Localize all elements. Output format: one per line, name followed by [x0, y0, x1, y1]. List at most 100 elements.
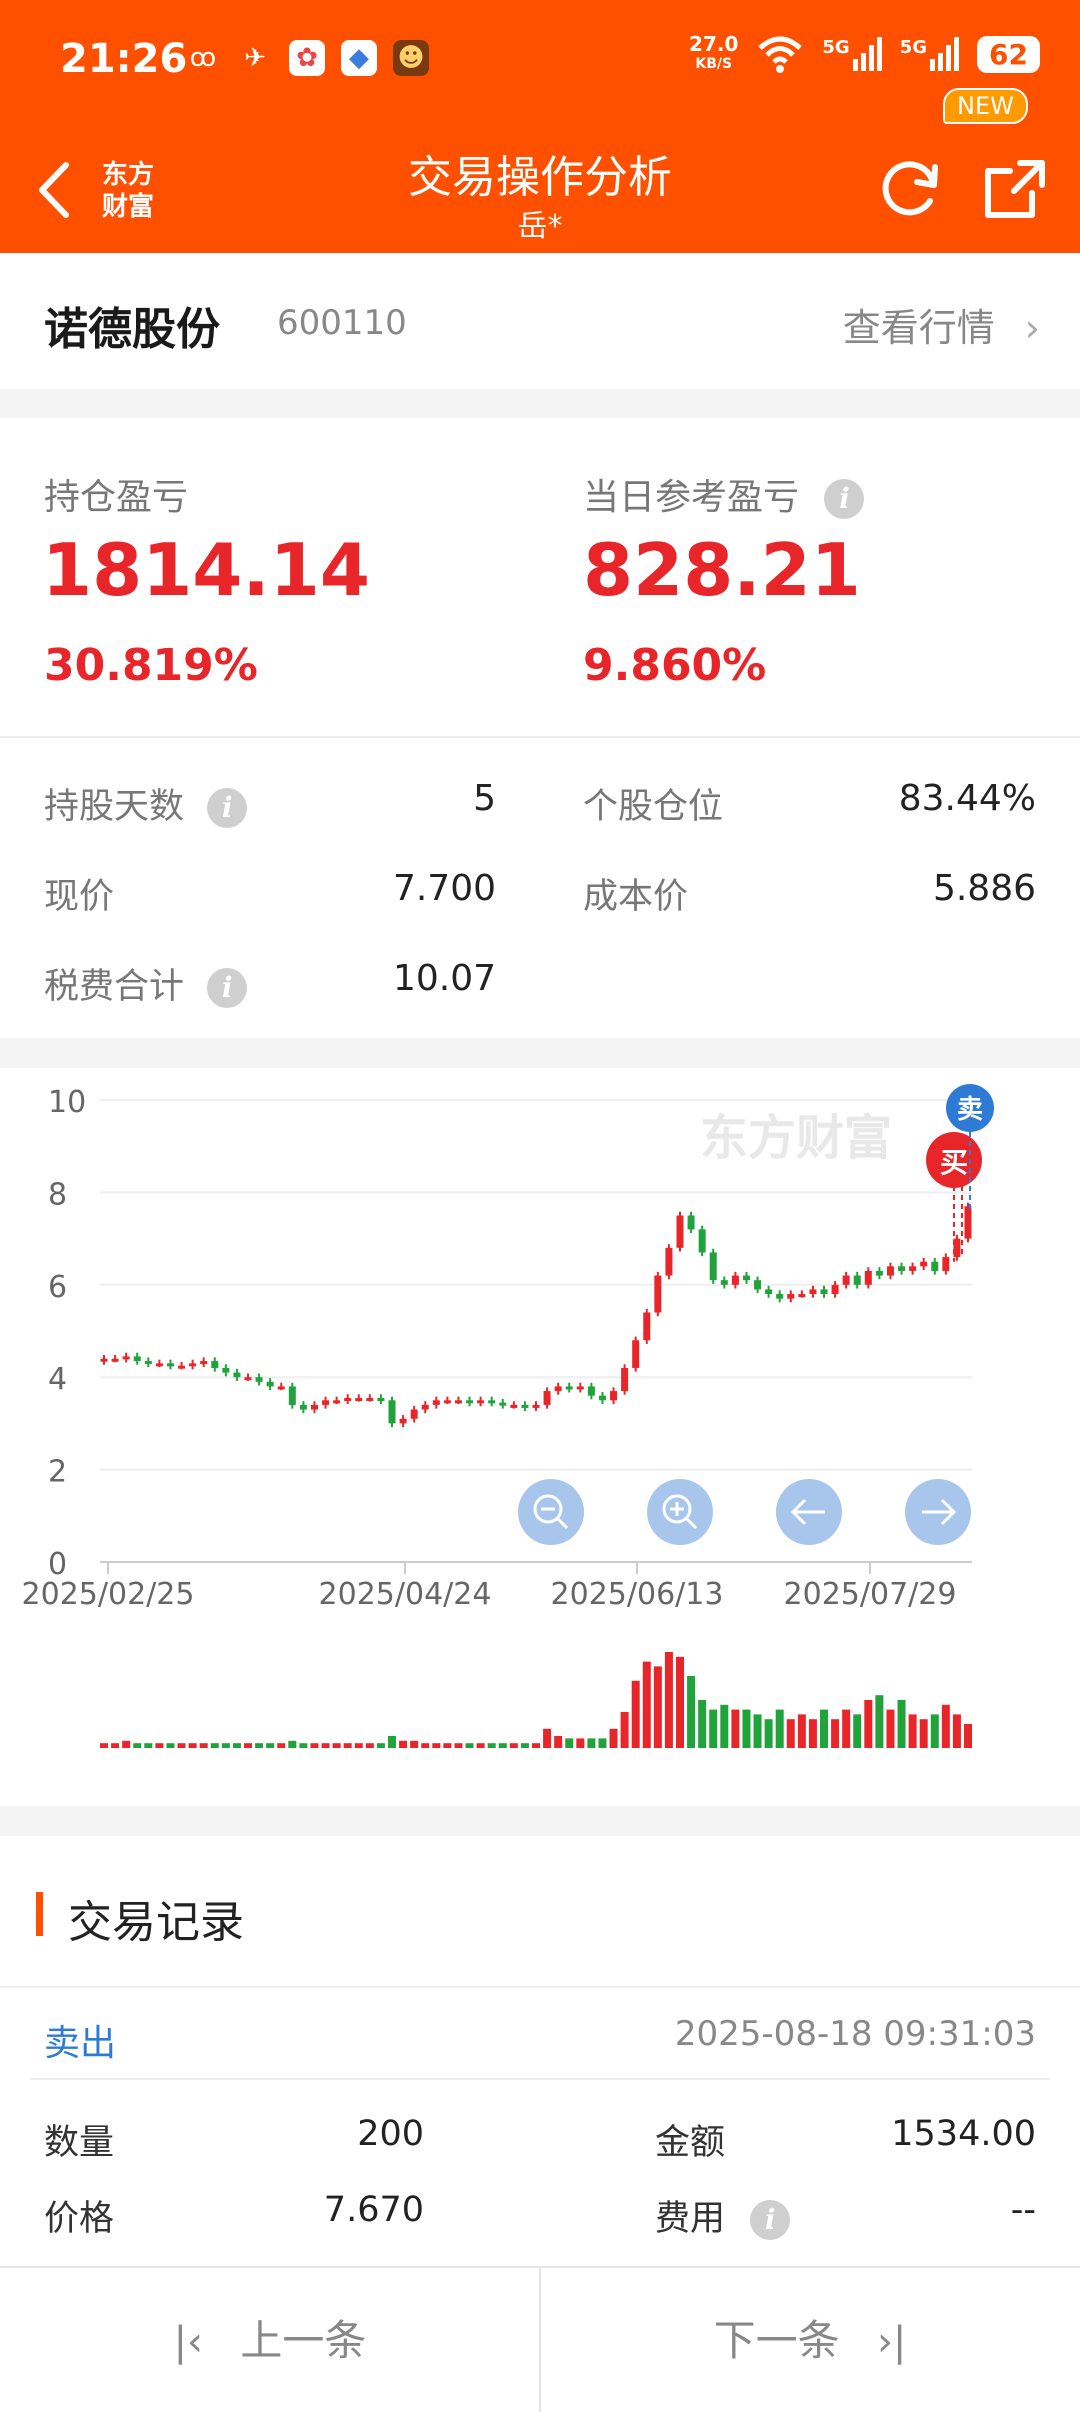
volume-bar	[199, 1743, 208, 1748]
app-notification-icon: ✿	[289, 40, 325, 76]
candle-body	[178, 1365, 186, 1369]
signal-label: 5G	[899, 37, 928, 58]
candle-body	[742, 1275, 750, 1281]
candle-body	[100, 1358, 108, 1362]
info-icon[interactable]: i	[207, 968, 248, 1008]
y-tick-label: 2	[48, 1455, 67, 1490]
candle-body	[466, 1400, 474, 1404]
view-quote-link[interactable]: 查看行情 ›	[843, 297, 1040, 352]
hold-profit-pct: 30.819%	[44, 640, 258, 691]
zoom-in-button[interactable]	[647, 1479, 713, 1545]
info-icon[interactable]: i	[207, 788, 248, 828]
candle-body	[920, 1261, 928, 1267]
position-value: 83.44%	[898, 778, 1036, 819]
y-tick-label: 6	[48, 1270, 67, 1305]
volume-bar	[786, 1719, 795, 1748]
next-record-label: 下一条	[713, 2316, 840, 2365]
volume-bar	[930, 1714, 939, 1748]
candle-body	[942, 1257, 950, 1271]
signal-icon: 5G	[822, 37, 882, 71]
info-icon[interactable]: i	[824, 479, 865, 519]
candle-body	[543, 1391, 551, 1405]
volume-bar	[864, 1700, 873, 1748]
hold-days-label-wrap: 持股天数 i	[44, 778, 248, 829]
volume-bar	[797, 1714, 806, 1748]
view-quote-label: 查看行情	[842, 306, 995, 350]
records-title: 交易记录	[68, 1897, 244, 1948]
candle-body	[211, 1361, 219, 1368]
share-icon[interactable]	[980, 153, 1050, 223]
volume-bar	[742, 1709, 751, 1748]
volume-bar	[244, 1743, 252, 1748]
volume-bar	[421, 1743, 430, 1748]
app-header: 21:26 ꝏ ✈ ✿ ◆ ☻ 27.0 KB/S 5G 5G 62 东方 财富…	[0, 0, 1080, 253]
candle-body	[333, 1400, 341, 1404]
info-icon[interactable]: i	[750, 2200, 791, 2240]
volume-bar	[100, 1743, 108, 1748]
candle-body	[510, 1404, 518, 1408]
candle-body	[200, 1361, 208, 1365]
volume-bar	[255, 1743, 264, 1748]
volume-bar	[487, 1743, 496, 1748]
candle-body	[344, 1397, 352, 1401]
volume-bar	[520, 1743, 529, 1748]
trade-datetime: 2025-08-18 09:31:03	[674, 2014, 1036, 2054]
candle-body	[831, 1284, 839, 1295]
volume-bar	[166, 1743, 175, 1748]
x-tick-label: 2025/04/24	[319, 1577, 492, 1612]
candle-body	[377, 1397, 385, 1401]
qty-value: 200	[357, 2114, 424, 2154]
scroll-left-button[interactable]	[776, 1479, 842, 1545]
app-notification-icon: ꝏ	[189, 43, 217, 73]
prev-record-label: 上一条	[240, 2316, 367, 2365]
volume-bar	[941, 1704, 950, 1748]
amount-value: 1534.00	[891, 2114, 1036, 2154]
candle-body	[554, 1386, 562, 1392]
prev-record-button[interactable]: |‹ 上一条	[0, 2268, 540, 2412]
chevron-right-icon: ›	[1024, 306, 1040, 350]
day-profit-value: 828.21	[583, 528, 861, 612]
volume-bar	[820, 1709, 828, 1748]
next-record-button[interactable]: 下一条 ›|	[540, 2268, 1080, 2412]
candle-body	[632, 1340, 640, 1368]
candle-body	[654, 1275, 662, 1313]
y-tick-label: 8	[48, 1177, 67, 1212]
stock-name: 诺德股份	[44, 304, 220, 355]
volume-bar	[642, 1661, 651, 1748]
net-speed-unit: KB/S	[695, 56, 733, 72]
refresh-icon[interactable]	[875, 153, 945, 223]
candle-body	[853, 1275, 861, 1285]
volume-bar	[587, 1738, 596, 1748]
volume-bar	[399, 1740, 408, 1748]
day-profit-label-wrap: 当日参考盈亏 i	[583, 468, 865, 520]
candle-body	[477, 1400, 485, 1404]
scroll-right-button[interactable]	[905, 1479, 971, 1545]
fee-total-label: 税费合计	[44, 967, 185, 1007]
candle-body	[765, 1289, 773, 1295]
price-chart[interactable]: 东方财富 2025/02/25 2025/04/24 2025/06/13 2025/…	[0, 1068, 1080, 1806]
position-stats: 持股天数 i 5 个股仓位 83.44% 现价 7.700 成本价 5.886 …	[0, 736, 1080, 1038]
volume-bar	[177, 1743, 186, 1748]
candle-body	[798, 1294, 806, 1298]
candle-body	[754, 1280, 762, 1290]
candle-body	[521, 1404, 529, 1408]
volume-bar	[720, 1704, 729, 1748]
skip-next-icon: ›|	[876, 2319, 907, 2365]
candle-body	[189, 1363, 197, 1367]
volume-bar	[919, 1719, 928, 1748]
cost-value: 5.886	[932, 868, 1036, 909]
volume-bar	[709, 1709, 718, 1748]
candlestick-chart[interactable]: 东方财富 2025/02/25 2025/04/24 2025/06/13 2025/…	[0, 1068, 1080, 1806]
volume-bar	[886, 1709, 895, 1748]
zoom-out-button[interactable]	[518, 1479, 584, 1545]
candle-body	[410, 1409, 418, 1419]
wifi-icon	[758, 36, 803, 73]
volume-bar	[897, 1700, 906, 1748]
candle-body	[787, 1294, 795, 1299]
volume-bar	[554, 1736, 563, 1748]
candle-body	[255, 1377, 263, 1382]
candle-body	[643, 1312, 651, 1341]
volume-bar	[232, 1743, 241, 1748]
volume-bar	[875, 1695, 884, 1748]
y-tick-label: 4	[48, 1362, 67, 1397]
